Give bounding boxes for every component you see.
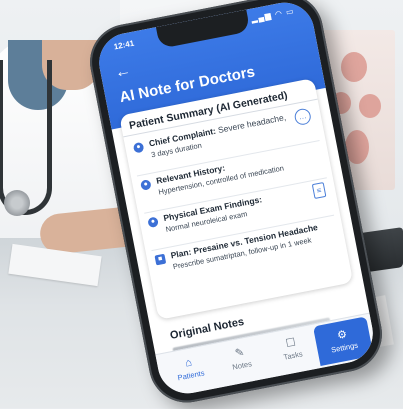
chat-bubble-icon[interactable]: … <box>293 107 313 127</box>
tab-label: Patients <box>176 368 206 383</box>
history-icon: ● <box>139 179 152 191</box>
phone-body: 12:41 ▂▄▆ ◠ ▭ ← AI Note for Doctors Pati… <box>83 0 389 409</box>
arrow-left-icon[interactable]: ← <box>113 62 132 82</box>
home-icon: ⌂ <box>184 356 194 370</box>
phone-mockup: 12:41 ▂▄▆ ◠ ▭ ← AI Note for Doctors Pati… <box>0 0 403 409</box>
document-icon[interactable]: ≡ <box>311 181 327 200</box>
person-icon: ● <box>132 141 145 154</box>
tab-label: Settings <box>330 340 359 355</box>
tasks-icon: ☐ <box>284 336 297 351</box>
tab-settings[interactable]: ⚙ Settings <box>312 316 374 366</box>
tab-label: Tasks <box>282 349 304 362</box>
status-time: 12:41 <box>113 38 135 52</box>
patient-summary-card: Patient Summary (AI Generated) ● Chief C… <box>119 78 354 320</box>
clipboard-icon: ■ <box>154 253 167 266</box>
gear-icon: ⚙ <box>336 328 349 343</box>
stethoscope-icon: ● <box>147 216 159 229</box>
tab-label: Notes <box>231 359 253 372</box>
phone-screen: 12:41 ▂▄▆ ◠ ▭ ← AI Note for Doctors Pati… <box>94 0 378 399</box>
status-icons: ▂▄▆ ◠ ▭ <box>250 6 296 24</box>
notes-icon: ✎ <box>234 346 246 360</box>
